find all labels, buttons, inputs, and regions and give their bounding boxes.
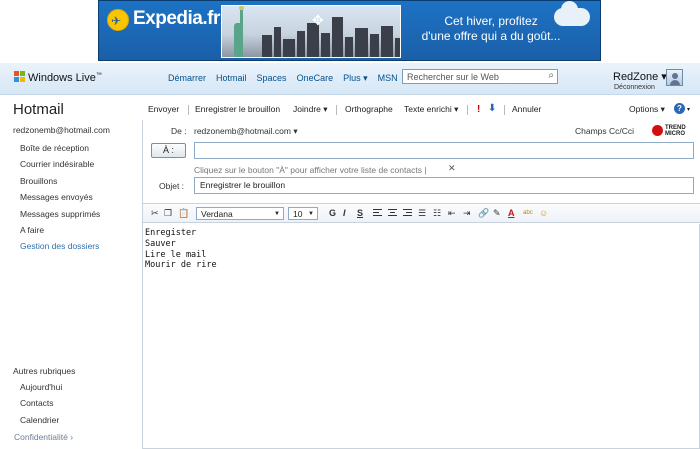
underline-button[interactable]: S <box>357 208 363 219</box>
subject-label: Objet : <box>159 181 185 191</box>
save-draft-button[interactable]: Enregistrer le brouillon <box>195 104 280 114</box>
sidebar: Hotmail redzonemb@hotmail.com Boîte de r… <box>0 96 142 449</box>
sidebar-item-drafts[interactable]: Brouillons <box>20 176 100 192</box>
sidebar-item-sent[interactable]: Messages envoyés <box>20 192 100 208</box>
bold-button[interactable]: G <box>329 208 336 219</box>
nav-link-plus[interactable]: Plus ▾ <box>343 73 368 84</box>
close-icon[interactable]: ✕ <box>448 163 456 174</box>
align-right-icon[interactable] <box>403 209 412 218</box>
sidebar-item-junk[interactable]: Courrier indésirable <box>20 159 100 175</box>
sidebar-item-manage-folders[interactable]: Gestion des dossiers <box>20 241 100 257</box>
trend-micro-logo: TREND MICRO <box>652 124 688 138</box>
nav-link-onecare[interactable]: OneCare <box>297 73 334 84</box>
message-body-editor[interactable]: Enregister Sauver Lire le mail Mourir de… <box>143 224 700 449</box>
from-label: De : <box>171 126 187 136</box>
trend-micro-icon <box>652 125 663 136</box>
help-icon[interactable]: ? <box>674 103 685 114</box>
cut-icon[interactable]: ✂ <box>151 208 159 219</box>
windows-live-brand[interactable]: Windows Live™ <box>28 72 102 84</box>
avatar[interactable] <box>666 69 683 86</box>
rich-text-menu[interactable]: Texte enrichi ▾ <box>404 104 458 115</box>
ad-city-image: ✥ <box>221 5 401 58</box>
attach-menu[interactable]: Joindre ▾ <box>293 104 328 115</box>
account-email: redzonemb@hotmail.com <box>13 125 110 135</box>
expedia-ad-banner[interactable]: ✈ Expedia.fr ✥ Cet hiver, profitez d'une… <box>98 0 601 61</box>
privacy-link[interactable]: Confidentialité › <box>14 432 73 442</box>
send-button[interactable]: Envoyer <box>148 104 179 114</box>
align-left-icon[interactable] <box>373 209 382 218</box>
cancel-button[interactable]: Annuler <box>512 104 541 114</box>
nav-link-spaces[interactable]: Spaces <box>257 73 287 84</box>
bullet-list-icon[interactable]: ☷ <box>433 208 441 219</box>
indent-icon[interactable]: ⇥ <box>463 208 471 219</box>
to-input[interactable] <box>194 142 694 159</box>
low-priority-icon[interactable]: ⬇ <box>488 103 496 114</box>
sidebar-item-contacts[interactable]: Contacts <box>20 398 62 414</box>
spellcheck-icon[interactable]: ᵃᵇᶜ <box>523 208 533 219</box>
sidebar-item-todo[interactable]: A faire <box>20 225 100 241</box>
copy-icon[interactable]: ❐ <box>164 208 172 219</box>
toolbar-divider <box>467 105 468 115</box>
nav-link-msn[interactable]: MSN <box>378 73 398 84</box>
spelling-button[interactable]: Orthographe <box>345 104 393 114</box>
cc-bcc-link[interactable]: Champs Cc/Cci <box>575 126 634 136</box>
web-search-input[interactable]: Rechercher sur le Web ⌕ <box>402 69 558 84</box>
toolbar-divider <box>336 105 337 115</box>
sidebar-item-deleted[interactable]: Messages supprimés <box>20 209 100 225</box>
font-size-select[interactable]: 10 ▼ <box>288 207 318 220</box>
insert-link-icon[interactable]: 🔗 <box>478 208 489 219</box>
sidebar-item-inbox[interactable]: Boîte de réception <box>20 143 100 159</box>
profile-name-menu[interactable]: RedZone ▾ <box>613 70 667 83</box>
nav-link-demarrer[interactable]: Démarrer <box>168 73 206 84</box>
toolbar-divider <box>504 105 505 115</box>
highlight-icon[interactable]: ✎ <box>493 208 501 219</box>
to-button[interactable]: À : <box>151 143 186 158</box>
other-sections-title: Autres rubriques <box>13 366 76 376</box>
sidebar-item-calendar[interactable]: Calendrier <box>20 415 62 431</box>
logout-link[interactable]: Déconnexion <box>614 84 655 91</box>
windows-flag-icon <box>14 71 25 82</box>
body-line: Mourir de rire <box>145 260 217 271</box>
app-title: Hotmail <box>13 101 64 118</box>
ad-brand: Expedia.fr <box>133 8 220 29</box>
from-select[interactable]: redzonemb@hotmail.com ▾ <box>194 126 298 137</box>
help-caret[interactable]: ▾ <box>687 106 690 113</box>
format-toolbar: ✂ ❐ 📋 Verdana ▼ 10 ▼ G I S ☰ ☷ ⇤ ⇥ 🔗 ✎ A ᵃ… <box>143 203 700 223</box>
font-family-select[interactable]: Verdana ▼ <box>196 207 284 220</box>
top-navigation: Windows Live™ Démarrer Hotmail Spaces On… <box>0 63 700 95</box>
other-sections-list: Aujourd'hui Contacts Calendrier <box>20 382 62 431</box>
emoticon-icon[interactable]: ☺ <box>539 208 548 219</box>
toolbar-divider <box>188 105 189 115</box>
align-center-icon[interactable] <box>388 209 397 218</box>
nav-links: Démarrer Hotmail Spaces OneCare Plus ▾ M… <box>168 73 408 84</box>
search-icon[interactable]: ⌕ <box>548 70 554 81</box>
italic-button[interactable]: I <box>343 208 346 219</box>
ad-zone: ✈ Expedia.fr ✥ Cet hiver, profitez d'une… <box>0 0 700 63</box>
expedia-logo-icon: ✈ <box>107 9 129 31</box>
statue-of-liberty-icon <box>228 6 248 57</box>
nav-link-hotmail[interactable]: Hotmail <box>216 73 247 84</box>
options-menu[interactable]: Options ▾ <box>629 104 665 115</box>
font-color-icon[interactable]: A <box>508 208 515 219</box>
subject-input[interactable]: Enregistrer le brouillon <box>194 177 694 194</box>
folder-list: Boîte de réception Courrier indésirable … <box>20 143 100 258</box>
numbered-list-icon[interactable]: ☰ <box>418 208 426 219</box>
cloud-icon <box>554 1 590 26</box>
compose-form: De : redzonemb@hotmail.com ▾ Champs Cc/C… <box>142 120 700 449</box>
move-arrows-icon: ✥ <box>312 12 324 28</box>
body-line: Sauver <box>145 238 176 249</box>
body-line: Enregister <box>145 228 197 238</box>
high-priority-icon[interactable]: ! <box>477 104 480 115</box>
compose-toolbar: Envoyer Enregistrer le brouillon Joindre… <box>142 101 700 119</box>
contacts-hint: Cliquez sur le bouton "À" pour afficher … <box>194 165 427 175</box>
body-line: Lire le mail <box>145 249 207 260</box>
outdent-icon[interactable]: ⇤ <box>448 208 456 219</box>
ad-headline: Cet hiver, profitez d'une offre qui a du… <box>421 14 561 43</box>
sidebar-item-today[interactable]: Aujourd'hui <box>20 382 62 398</box>
paste-icon[interactable]: 📋 <box>178 208 189 219</box>
